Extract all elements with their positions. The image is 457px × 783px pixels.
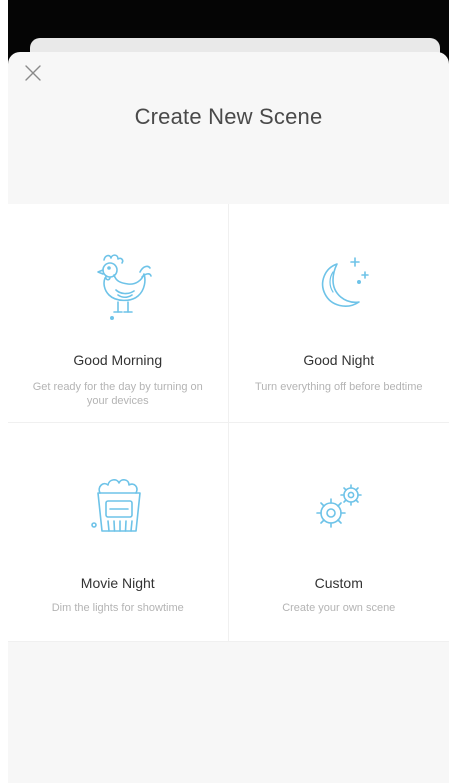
scene-tile-movie-night[interactable]: Movie Night Dim the lights for showtime [8,423,229,642]
scene-tile-good-morning[interactable]: Good Morning Get ready for the day by tu… [8,204,229,423]
page-title: Create New Scene [134,104,323,129]
scene-description: Dim the lights for showtime [51,602,184,614]
scene-title: Good Night [303,352,375,368]
rooster-icon [82,246,154,326]
scene-description: Get ready for the day by turning on your… [32,381,203,407]
right-margin [449,0,457,783]
scene-title: Movie Night [80,575,155,591]
close-icon [25,65,41,81]
moon-stars-icon [303,246,375,326]
scene-tile-custom[interactable]: Custom Create your own scene [228,423,449,642]
app-screen: Create New Scene Good Morning Get ready … [0,0,457,783]
scene-title: Custom [314,575,363,591]
scene-title: Good Morning [73,352,163,368]
scene-grid: Good Morning Get ready for the day by tu… [8,204,449,642]
scene-description: Create your own scene [282,602,396,614]
close-button[interactable] [22,62,44,84]
left-margin [0,0,8,783]
gears-icon [303,465,375,545]
popcorn-icon [82,465,154,545]
scene-description: Turn everything off before bedtime [254,381,423,393]
create-scene-sheet: Create New Scene Good Morning Get ready … [8,52,449,783]
scene-tile-good-night[interactable]: Good Night Turn everything off before be… [228,204,449,423]
